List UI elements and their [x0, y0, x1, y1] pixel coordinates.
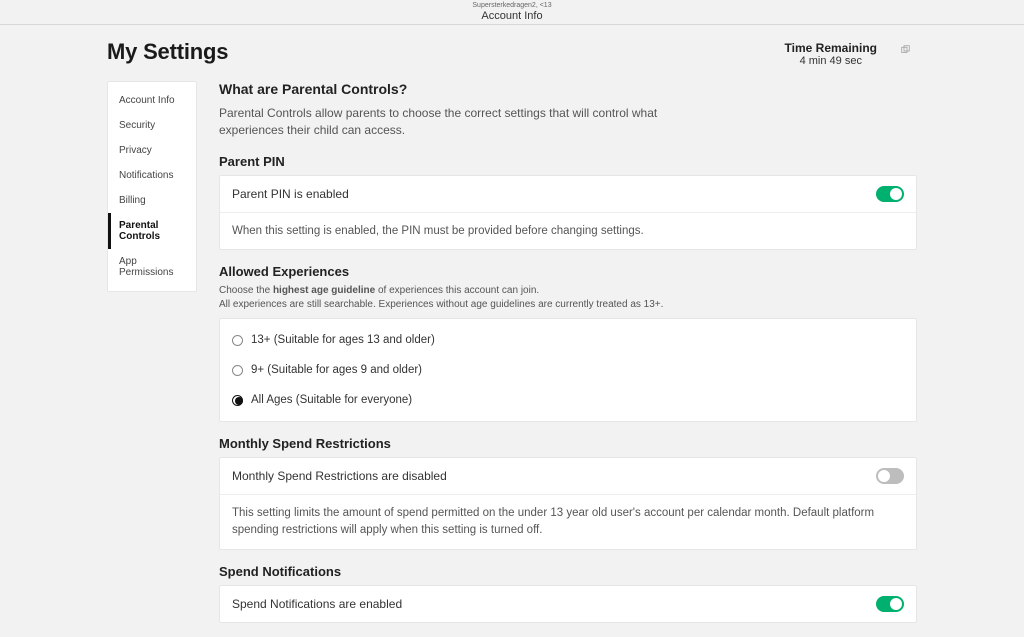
parent-pin-toggle[interactable]	[876, 186, 904, 202]
page-title: My Settings	[107, 39, 228, 65]
divider	[220, 212, 916, 213]
parent-pin-heading: Parent PIN	[219, 154, 917, 169]
top-username: Supersterkedragen2, <13	[0, 1, 1024, 10]
parent-pin-card: Parent PIN is enabled When this setting …	[219, 175, 917, 251]
allowed-exp-heading: Allowed Experiences	[219, 264, 917, 279]
time-remaining-value: 4 min 49 sec	[785, 55, 877, 67]
parent-pin-desc: When this setting is enabled, the PIN mu…	[232, 223, 904, 240]
monthly-spend-toggle[interactable]	[876, 468, 904, 484]
monthly-spend-desc: This setting limits the amount of spend …	[232, 505, 904, 538]
sidebar-item-app-permissions[interactable]: App Permissions	[108, 249, 196, 285]
sidebar-item-billing[interactable]: Billing	[108, 188, 196, 213]
sidebar-item-security[interactable]: Security	[108, 113, 196, 138]
sidebar-item-parental-controls[interactable]: Parental Controls	[108, 213, 196, 249]
allowed-exp-options: 13+ (Suitable for ages 13 and older) 9+ …	[219, 318, 917, 422]
allowed-exp-option-9plus[interactable]: 9+ (Suitable for ages 9 and older)	[232, 355, 904, 385]
spend-notif-toggle[interactable]	[876, 596, 904, 612]
monthly-spend-card: Monthly Spend Restrictions are disabled …	[219, 457, 917, 549]
time-remaining: Time Remaining 4 min 49 sec	[785, 41, 917, 67]
radio-icon	[232, 395, 243, 406]
divider	[220, 494, 916, 495]
monthly-spend-status: Monthly Spend Restrictions are disabled	[232, 469, 447, 483]
time-remaining-label: Time Remaining	[785, 41, 877, 55]
radio-icon	[232, 365, 243, 376]
sidebar-item-privacy[interactable]: Privacy	[108, 138, 196, 163]
parent-pin-status: Parent PIN is enabled	[232, 187, 349, 201]
sidebar-item-notifications[interactable]: Notifications	[108, 163, 196, 188]
intro-heading: What are Parental Controls?	[219, 81, 917, 97]
allowed-exp-option-all-ages[interactable]: All Ages (Suitable for everyone)	[232, 385, 904, 415]
spend-notif-card: Spend Notifications are enabled	[219, 585, 917, 623]
spend-notif-heading: Spend Notifications	[219, 564, 917, 579]
settings-sidebar: Account Info Security Privacy Notificati…	[107, 81, 197, 292]
spend-notif-status: Spend Notifications are enabled	[232, 597, 402, 611]
allowed-exp-meta2: All experiences are still searchable. Ex…	[219, 299, 917, 310]
top-bar: Supersterkedragen2, <13 Account Info	[0, 0, 1024, 25]
allowed-exp-meta1: Choose the highest age guideline of expe…	[219, 285, 917, 296]
monthly-spend-heading: Monthly Spend Restrictions	[219, 436, 917, 451]
popout-icon[interactable]	[901, 43, 910, 57]
intro-body: Parental Controls allow parents to choos…	[219, 105, 659, 140]
breadcrumb: Account Info	[0, 10, 1024, 23]
sidebar-item-account-info[interactable]: Account Info	[108, 88, 196, 113]
allowed-exp-option-13plus[interactable]: 13+ (Suitable for ages 13 and older)	[232, 325, 904, 355]
settings-main: What are Parental Controls? Parental Con…	[219, 81, 917, 637]
radio-icon	[232, 335, 243, 346]
